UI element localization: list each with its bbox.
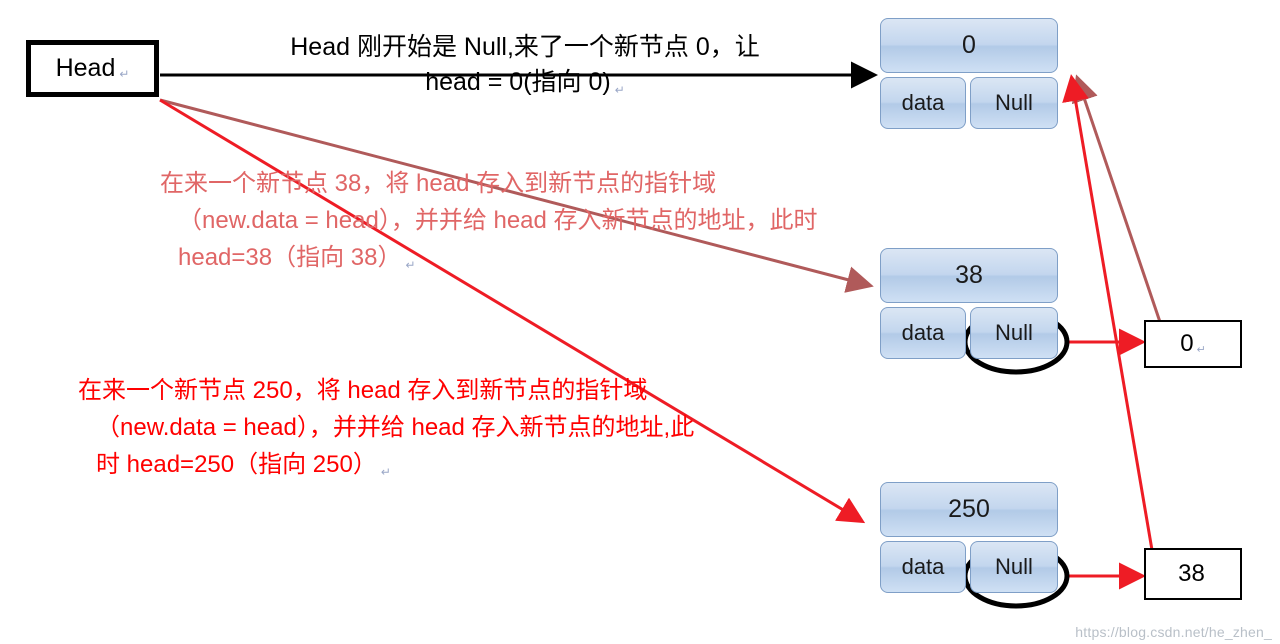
node-38: 38 data Null [880, 248, 1058, 359]
pilcrow-mark: ↵ [1196, 343, 1206, 356]
head-label: Head [55, 54, 116, 82]
node-38-fields: data Null [880, 307, 1058, 359]
head-box: Head ↵ [26, 40, 159, 97]
node-0-next-cell: Null [970, 77, 1058, 129]
node-0-fields: data Null [880, 77, 1058, 129]
node-250-value: 250 [880, 482, 1058, 537]
node-250-next-cell: Null [970, 541, 1058, 593]
node-250: 250 data Null [880, 482, 1058, 593]
pilcrow-mark: ↵ [380, 465, 391, 480]
note-node38-line3: head=38（指向 38） [178, 244, 402, 272]
node-0-data-cell: data [880, 77, 966, 129]
node-38-data-cell: data [880, 307, 966, 359]
addr-box-38-value: 38 [1178, 560, 1205, 587]
pilcrow-mark: ↵ [614, 82, 625, 97]
note-node38-line2: （new.data = head），并并给 head 存入新节点的地址，此时 [178, 207, 818, 235]
arrow-addr38-to-node0 [1062, 74, 1154, 551]
watermark: https://blog.csdn.net/he_zhen_ [1075, 624, 1272, 640]
node-38-next-cell: Null [970, 307, 1058, 359]
caption-top: Head 刚开始是 Null,来了一个新节点 0，让 head = 0(指向 0… [175, 30, 875, 99]
caption-top-line2-wrap: head = 0(指向 0) ↵ [175, 65, 875, 100]
note-node250-line3-wrap: 时 head=250（指向 250） ↵ [78, 446, 898, 483]
node-250-data-cell: data [880, 541, 966, 593]
pilcrow-mark: ↵ [119, 66, 130, 81]
caption-top-line1: Head 刚开始是 Null,来了一个新节点 0，让 [290, 33, 760, 61]
arrow-addr0-to-node0 [1071, 74, 1162, 323]
note-node38-line1: 在来一个新节点 38，将 head 存入到新节点的指针域 [160, 170, 717, 197]
diagram-canvas: Head ↵ Head 刚开始是 Null,来了一个新节点 0，让 head =… [0, 0, 1280, 644]
note-node250-line2: （new.data = head），并并给 head 存入新节点的地址,此 [96, 414, 695, 442]
addr-box-0-value: 0 [1180, 330, 1194, 357]
node-0: 0 data Null [880, 18, 1058, 129]
note-node250: 在来一个新节点 250，将 head 存入到新节点的指针域 （new.data … [78, 372, 898, 484]
addr-box-38: 38 [1144, 548, 1242, 600]
note-node250-line1: 在来一个新节点 250，将 head 存入到新节点的指针域 [78, 377, 648, 404]
pilcrow-mark: ↵ [405, 258, 416, 273]
note-node250-line3: 时 head=250（指向 250） [96, 451, 377, 479]
caption-top-line2: head = 0(指向 0) [425, 67, 611, 96]
node-0-value: 0 [880, 18, 1058, 73]
node-38-value: 38 [880, 248, 1058, 303]
addr-box-0: 0 ↵ [1144, 320, 1242, 368]
node-250-fields: data Null [880, 541, 1058, 593]
